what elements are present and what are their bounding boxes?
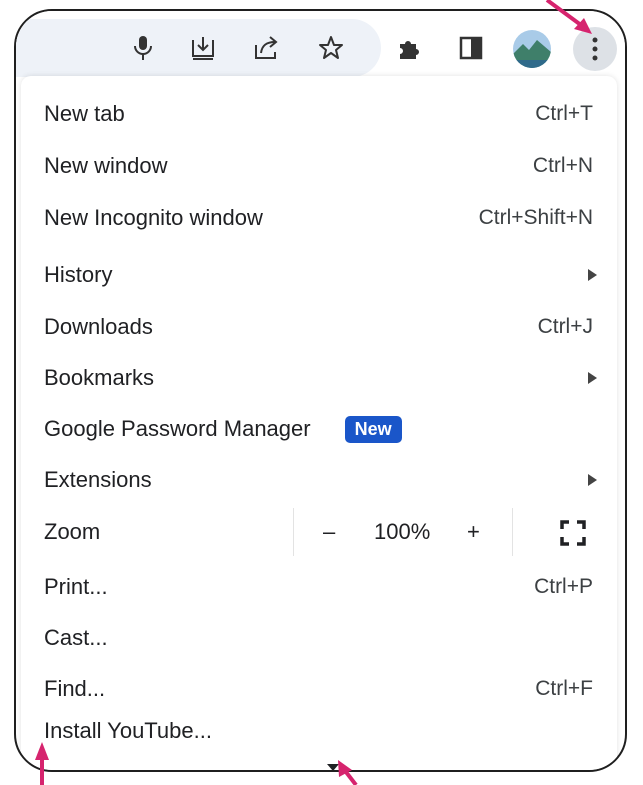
annotation-overlay bbox=[35, 0, 592, 785]
annotation-arrow bbox=[545, 0, 592, 34]
annotation-arrow bbox=[35, 742, 49, 785]
annotation-arrow bbox=[338, 760, 358, 785]
